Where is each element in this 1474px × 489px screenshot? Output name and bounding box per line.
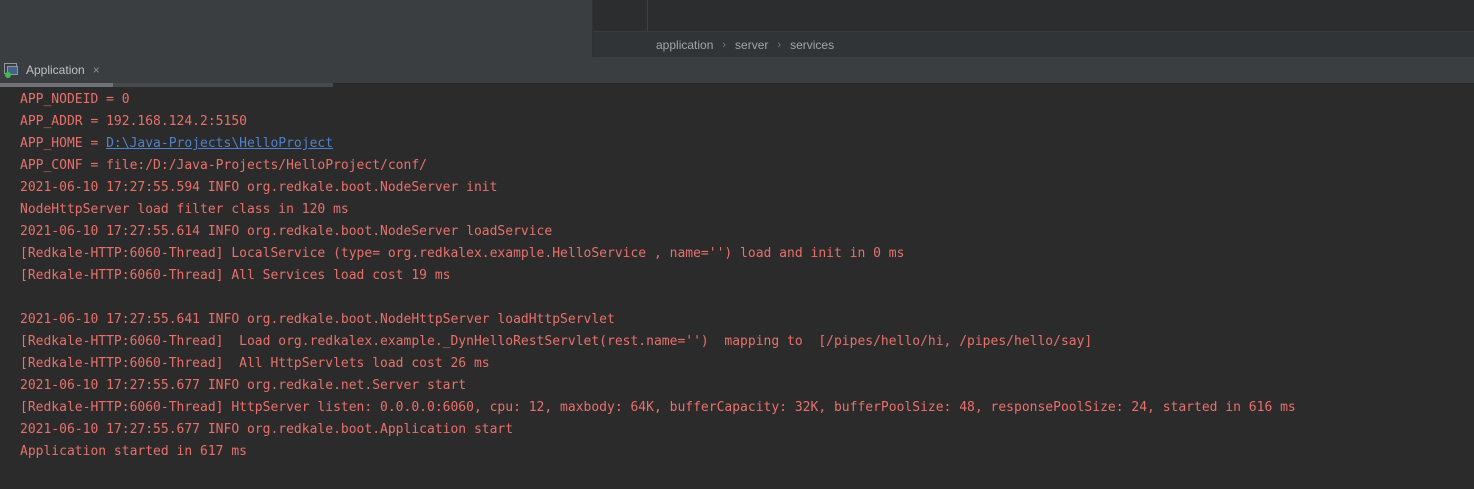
breadcrumb-item-application[interactable]: application xyxy=(656,38,713,52)
run-console-icon xyxy=(4,63,20,77)
console-line: 2021-06-10 17:27:55.641 INFO org.redkale… xyxy=(20,309,1474,331)
console-line: 2021-06-10 17:27:55.677 INFO org.redkale… xyxy=(20,419,1474,441)
run-toolwindow-tab-bar: Application × xyxy=(0,57,1474,84)
log-text: [Redkale-HTTP:6060-Thread] HttpServer li… xyxy=(20,400,1296,415)
breadcrumb-separator-icon: › xyxy=(722,39,726,51)
log-text: APP_NODEID = 0 xyxy=(20,92,130,107)
console-line: [Redkale-HTTP:6060-Thread] All Services … xyxy=(20,265,1474,287)
tab-application[interactable]: Application × xyxy=(0,57,108,84)
log-text: NodeHttpServer load filter class in 120 … xyxy=(20,202,349,217)
console-line: APP_CONF = file:/D:/Java-Projects/HelloP… xyxy=(20,155,1474,177)
console-line: Application started in 617 ms xyxy=(20,441,1474,463)
top-row: application › server › services xyxy=(0,0,1474,57)
console-output[interactable]: APP_NODEID = 0 APP_ADDR = 192.168.124.2:5… xyxy=(0,87,1474,489)
log-text: APP_ADDR = 192.168.124.2:5150 xyxy=(20,114,247,129)
breadcrumb-item-server[interactable]: server xyxy=(735,38,768,52)
console-line: APP_ADDR = 192.168.124.2:5150 xyxy=(20,111,1474,133)
console-line: [Redkale-HTTP:6060-Thread] Load org.redk… xyxy=(20,331,1474,353)
console-line: [Redkale-HTTP:6060-Thread] LocalService … xyxy=(20,243,1474,265)
editor-viewport[interactable] xyxy=(593,0,1474,32)
breadcrumb: application › server › services xyxy=(593,32,1474,57)
console-line xyxy=(20,287,1474,309)
log-text: 2021-06-10 17:27:55.641 INFO org.redkale… xyxy=(20,312,615,327)
console-line: NodeHttpServer load filter class in 120 … xyxy=(20,199,1474,221)
breadcrumb-separator-icon: › xyxy=(777,39,781,51)
console-line: 2021-06-10 17:27:55.677 INFO org.redkale… xyxy=(20,375,1474,397)
log-text: Application started in 617 ms xyxy=(20,444,247,459)
log-text: APP_HOME = xyxy=(20,136,106,151)
log-text: APP_CONF = file:/D:/Java-Projects/HelloP… xyxy=(20,158,427,173)
close-icon[interactable]: × xyxy=(93,64,100,76)
tab-application-label: Application xyxy=(26,63,85,77)
console-line: [Redkale-HTTP:6060-Thread] All HttpServl… xyxy=(20,353,1474,375)
log-text: [Redkale-HTTP:6060-Thread] All Services … xyxy=(20,268,450,283)
editor-area: application › server › services xyxy=(593,0,1474,57)
console-line: [Redkale-HTTP:6060-Thread] HttpServer li… xyxy=(20,397,1474,419)
file-path-link[interactable]: D:\Java-Projects\HelloProject xyxy=(106,136,333,151)
console-line: 2021-06-10 17:27:55.594 INFO org.redkale… xyxy=(20,177,1474,199)
log-text: 2021-06-10 17:27:55.677 INFO org.redkale… xyxy=(20,378,466,393)
log-text: 2021-06-10 17:27:55.594 INFO org.redkale… xyxy=(20,180,497,195)
console-line: 2021-06-10 17:27:55.614 INFO org.redkale… xyxy=(20,221,1474,243)
left-tool-panel xyxy=(0,0,593,57)
console-line: APP_HOME = D:\Java-Projects\HelloProject xyxy=(20,133,1474,155)
breadcrumb-item-services[interactable]: services xyxy=(790,38,834,52)
log-text: [Redkale-HTTP:6060-Thread] LocalService … xyxy=(20,246,904,261)
console-line: APP_NODEID = 0 xyxy=(20,89,1474,111)
log-text: [Redkale-HTTP:6060-Thread] All HttpServl… xyxy=(20,356,490,371)
log-text: 2021-06-10 17:27:55.614 INFO org.redkale… xyxy=(20,224,552,239)
log-text: 2021-06-10 17:27:55.677 INFO org.redkale… xyxy=(20,422,513,437)
editor-gutter-divider xyxy=(647,0,648,32)
ide-window: application › server › services Application … xyxy=(0,0,1474,489)
log-text: [Redkale-HTTP:6060-Thread] Load org.redk… xyxy=(20,334,1092,349)
